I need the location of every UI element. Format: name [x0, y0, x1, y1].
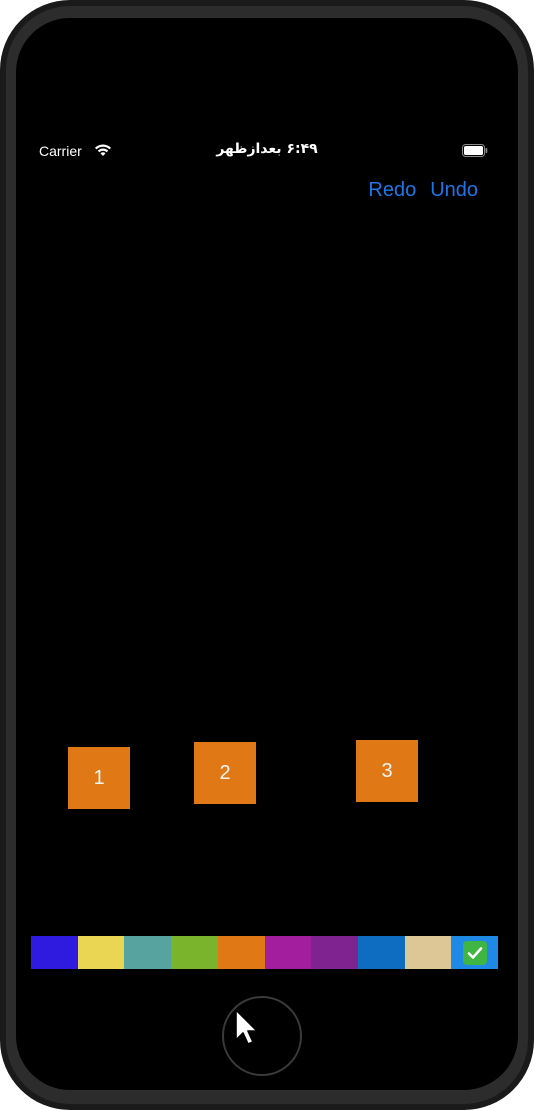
- color-swatch[interactable]: [31, 936, 78, 969]
- color-swatch[interactable]: [124, 936, 172, 969]
- color-swatch[interactable]: [451, 936, 499, 969]
- battery-icon: [462, 144, 488, 157]
- draggable-box-3[interactable]: 3: [356, 740, 418, 802]
- check-icon: [462, 940, 487, 965]
- nav-bar: Redo Undo: [368, 178, 478, 202]
- color-swatch[interactable]: [357, 936, 405, 969]
- mouse-cursor-icon: [235, 1009, 258, 1045]
- draggable-box-2[interactable]: 2: [194, 742, 256, 804]
- undo-button[interactable]: Undo: [430, 178, 478, 202]
- color-swatch[interactable]: [77, 936, 125, 969]
- color-swatch[interactable]: [404, 936, 452, 969]
- color-palette: [31, 936, 499, 969]
- phone-screen: Carrier ۶:۴۹ بعدازظهر Redo Undo 1 2 3: [16, 18, 518, 1090]
- color-swatch[interactable]: [217, 936, 265, 969]
- redo-button[interactable]: Redo: [368, 178, 416, 202]
- color-swatch[interactable]: [171, 936, 218, 969]
- status-bar: Carrier ۶:۴۹ بعدازظهر: [16, 138, 518, 164]
- color-swatch[interactable]: [311, 936, 358, 969]
- color-swatch[interactable]: [264, 936, 312, 969]
- clock: ۶:۴۹ بعدازظهر: [216, 141, 318, 157]
- draggable-box-1[interactable]: 1: [68, 747, 130, 809]
